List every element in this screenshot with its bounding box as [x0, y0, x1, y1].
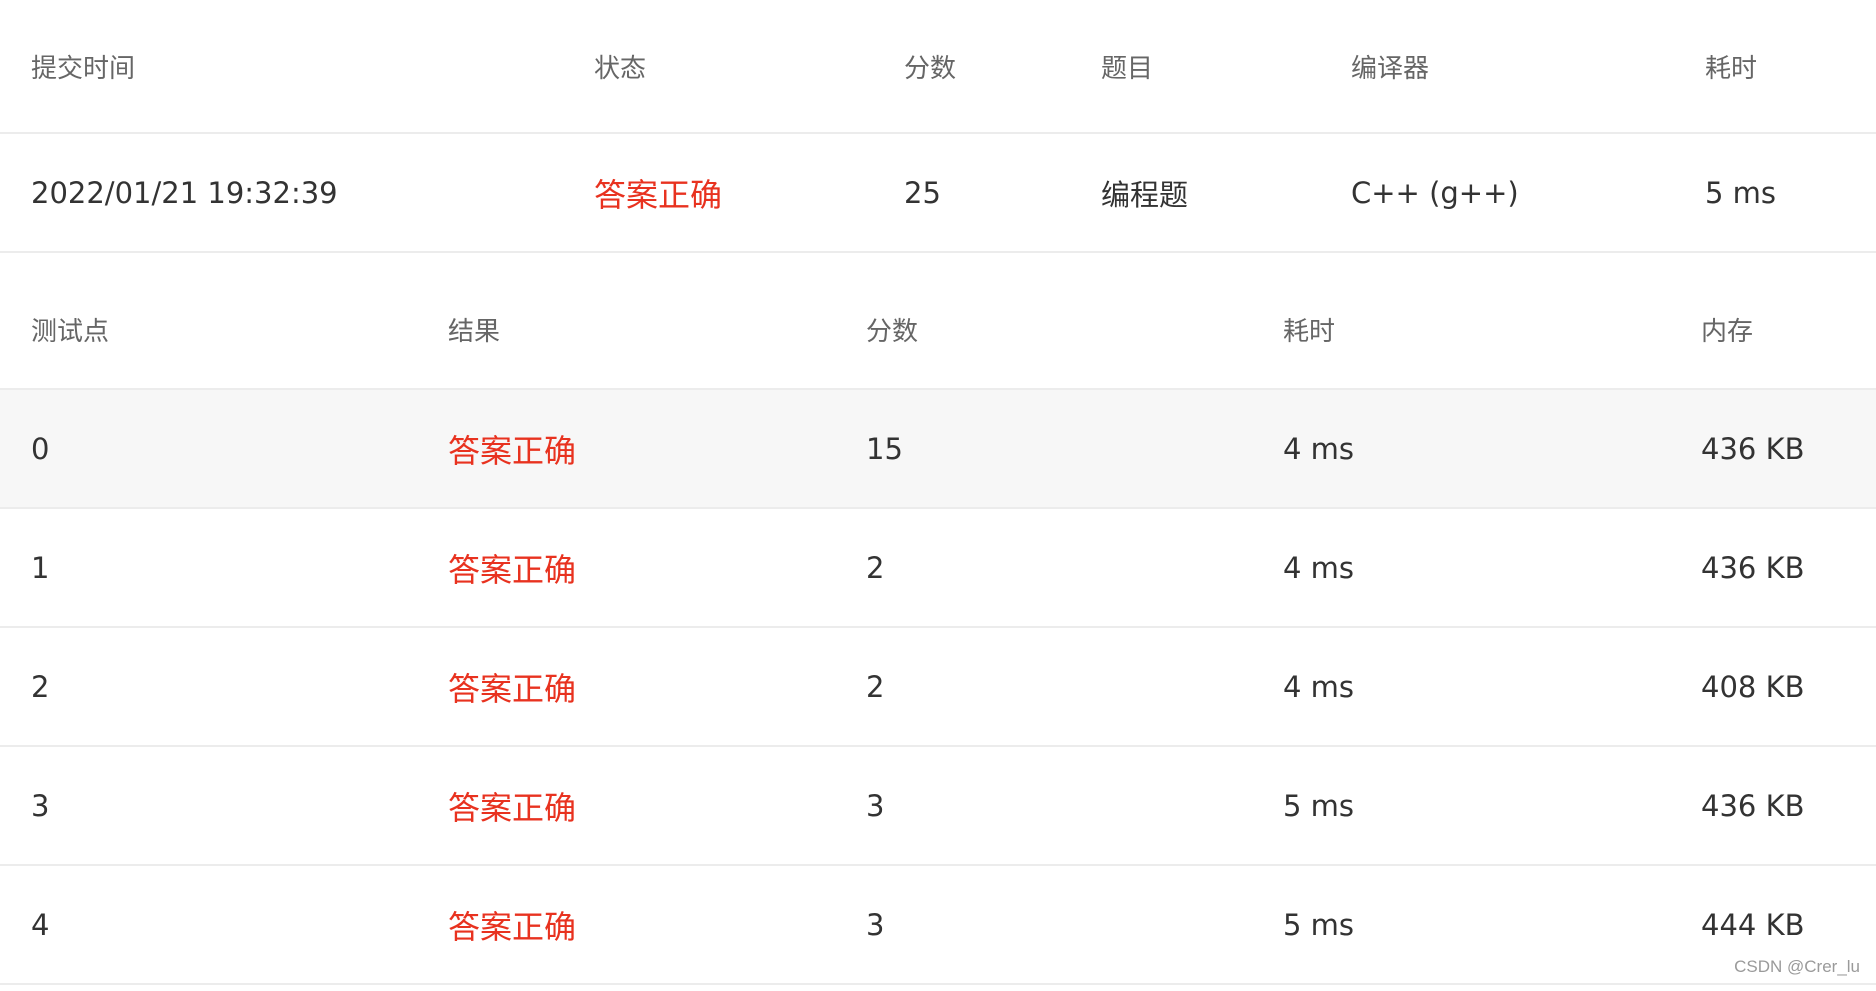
case-score: 3: [866, 907, 885, 942]
header-score: 分数: [904, 53, 957, 84]
testcase-header-row: 测试点 结果 分数 耗时 内存: [0, 270, 1876, 390]
case-duration: 5 ms: [1283, 907, 1355, 942]
case-memory: 408 KB: [1701, 669, 1805, 704]
csdn-watermark: CSDN @Crer_lu: [1734, 957, 1860, 976]
case-memory: 436 KB: [1701, 431, 1805, 466]
header-status: 状态: [594, 53, 647, 84]
header-memory: 内存: [1701, 316, 1754, 347]
problem-value[interactable]: 编程题: [1101, 134, 1188, 251]
case-memory: 436 KB: [1701, 550, 1805, 585]
submit-time: 2022/01/21 19:32:39: [31, 175, 338, 210]
testcase-row[interactable]: 1 答案正确 2 4 ms 436 KB: [0, 509, 1876, 628]
header-case-score: 分数: [866, 316, 919, 347]
testcase-table: 测试点 结果 分数 耗时 内存 0 答案正确 15 4 ms 436 KB 1 …: [0, 270, 1876, 985]
score-value: 25: [904, 175, 941, 210]
testcase-row[interactable]: 4 答案正确 3 5 ms 444 KB: [0, 866, 1876, 985]
case-result: 答案正确: [448, 788, 577, 827]
case-memory: 436 KB: [1701, 788, 1805, 823]
header-duration: 耗时: [1705, 53, 1758, 84]
case-score: 2: [866, 550, 885, 585]
case-result: 答案正确: [448, 431, 577, 470]
submission-table: 提交时间 状态 分数 题目 编译器 耗时 2022/01/21 19:32:39…: [0, 0, 1876, 253]
case-score: 3: [866, 788, 885, 823]
header-test-case: 测试点: [31, 316, 110, 347]
case-id: 3: [31, 788, 50, 823]
case-score: 2: [866, 669, 885, 704]
testcase-row[interactable]: 3 答案正确 3 5 ms 436 KB: [0, 747, 1876, 866]
header-problem: 题目: [1101, 53, 1154, 84]
testcase-row[interactable]: 0 答案正确 15 4 ms 436 KB: [0, 390, 1876, 509]
case-id: 1: [31, 550, 50, 585]
submission-header-row: 提交时间 状态 分数 题目 编译器 耗时: [0, 0, 1876, 134]
duration-value: 5 ms: [1705, 175, 1777, 210]
testcase-row[interactable]: 2 答案正确 2 4 ms 408 KB: [0, 628, 1876, 747]
header-case-duration: 耗时: [1283, 316, 1336, 347]
case-duration: 4 ms: [1283, 669, 1355, 704]
compiler-value: C++ (g++): [1351, 175, 1519, 210]
header-submit-time: 提交时间: [31, 53, 136, 84]
case-result: 答案正确: [448, 669, 577, 708]
case-duration: 4 ms: [1283, 550, 1355, 585]
case-score: 15: [866, 431, 903, 466]
case-duration: 5 ms: [1283, 788, 1355, 823]
case-id: 2: [31, 669, 50, 704]
case-result: 答案正确: [448, 907, 577, 946]
case-result: 答案正确: [448, 550, 577, 589]
case-duration: 4 ms: [1283, 431, 1355, 466]
status-accepted[interactable]: 答案正确: [594, 134, 722, 251]
header-compiler: 编译器: [1351, 53, 1430, 84]
case-id: 4: [31, 907, 50, 942]
submission-row: 2022/01/21 19:32:39 答案正确 25 编程题 C++ (g++…: [0, 134, 1876, 253]
case-id: 0: [31, 431, 50, 466]
header-result: 结果: [448, 316, 501, 347]
